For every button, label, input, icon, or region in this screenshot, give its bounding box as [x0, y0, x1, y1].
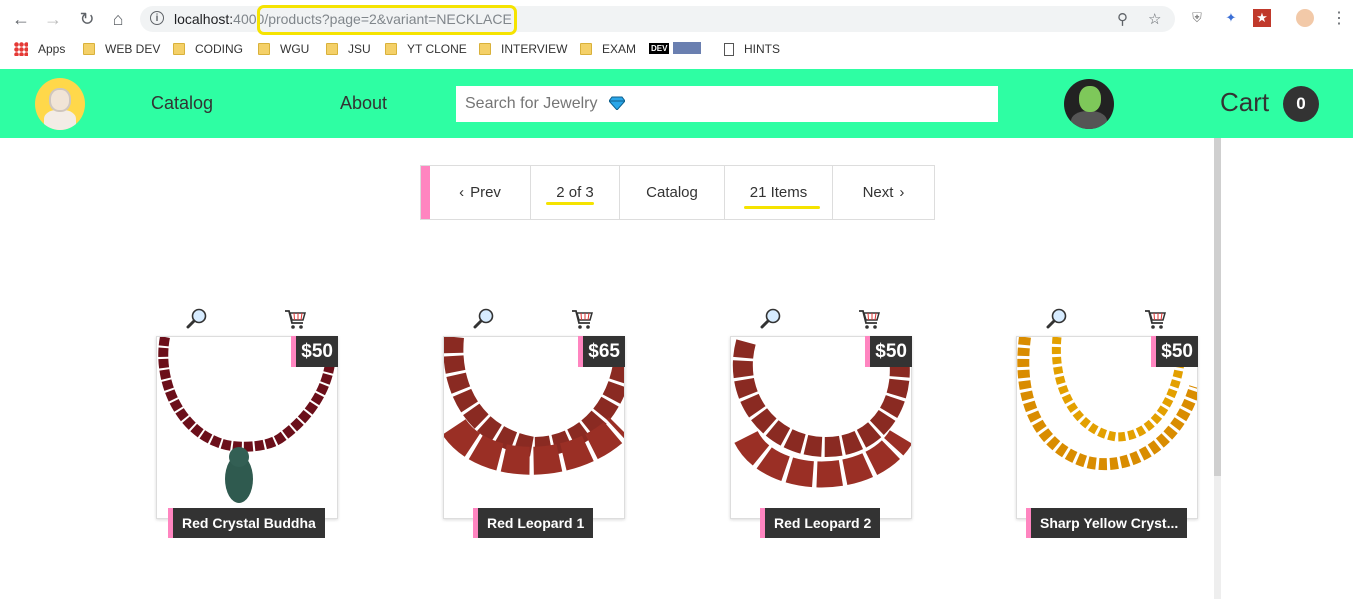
bookmark-dev[interactable]: DEV	[649, 42, 702, 54]
product-name[interactable]: Sharp Yellow Cryst...	[1026, 508, 1188, 538]
pagination-bar: ‹ Prev 2 of 3 Catalog 21 Items Next ›	[420, 165, 935, 220]
browser-chrome: ← → ↻ ⌂ i localhost:4000/products?page=2…	[0, 0, 1353, 69]
items-annotation-underline	[744, 206, 820, 209]
bookmark-interview[interactable]: INTERVIEW	[479, 42, 567, 56]
folder-icon	[385, 43, 397, 55]
price-tag: $50	[291, 336, 338, 367]
profile-avatar-icon[interactable]	[1296, 9, 1314, 27]
zoom-icon[interactable]: ⚲	[1117, 10, 1128, 28]
folder-icon	[173, 43, 185, 55]
price-tag: $50	[865, 336, 912, 367]
home-icon[interactable]: ⌂	[108, 9, 128, 29]
shield-icon[interactable]: ⛨	[1188, 9, 1206, 27]
page-icon	[724, 42, 734, 56]
search-input[interactable]	[456, 86, 998, 122]
folder-icon	[479, 43, 491, 55]
magnifier-icon[interactable]	[186, 307, 208, 329]
reload-icon[interactable]: ↻	[77, 9, 97, 29]
product-name[interactable]: Red Leopard 2	[760, 508, 881, 538]
bookmark-web-dev[interactable]: WEB DEV	[83, 42, 160, 56]
add-to-cart-icon[interactable]	[1144, 308, 1166, 330]
extension-icon[interactable]: ✦	[1222, 9, 1240, 27]
folder-icon	[326, 43, 338, 55]
url-annotation-highlight	[257, 5, 517, 35]
add-to-cart-icon[interactable]	[571, 308, 593, 330]
pager-catalog-link[interactable]: Catalog	[620, 166, 725, 219]
emoji-icon	[673, 42, 702, 54]
folder-icon	[580, 43, 592, 55]
chevron-left-icon: ‹	[459, 184, 465, 201]
bookmark-jsu[interactable]: JSU	[326, 42, 371, 56]
product-name[interactable]: Red Crystal Buddha	[168, 508, 325, 538]
pager-accent-stripe	[421, 166, 430, 219]
bookmark-exam[interactable]: EXAM	[580, 42, 636, 56]
info-icon[interactable]: i	[150, 11, 164, 25]
product-card: $50 Red Leopard 2	[730, 305, 930, 538]
price-tag: $65	[578, 336, 625, 367]
apps-grid-icon	[14, 42, 28, 56]
product-card: $50 Sharp Yellow Cryst...	[1016, 305, 1216, 538]
app-header: Catalog About Cart 0	[0, 69, 1353, 138]
cart-count-badge[interactable]: 0	[1283, 86, 1319, 122]
forward-arrow-icon[interactable]: →	[43, 9, 63, 29]
bookmark-apps[interactable]: Apps	[14, 42, 65, 56]
nav-catalog[interactable]: Catalog	[151, 93, 213, 114]
add-to-cart-icon[interactable]	[858, 308, 880, 330]
user-avatar[interactable]	[1064, 79, 1114, 129]
add-to-cart-icon[interactable]	[284, 308, 306, 330]
bookmarks-bar: Apps WEB DEV CODING WGU JSU YT CLONE INT…	[0, 38, 1353, 64]
cart-label[interactable]: Cart	[1220, 87, 1269, 118]
folder-icon	[83, 43, 95, 55]
menu-kebab-icon[interactable]: ⋮	[1330, 9, 1348, 27]
price-tag: $50	[1151, 336, 1198, 367]
buddha-logo-icon[interactable]	[35, 78, 85, 130]
bookmark-wgu[interactable]: WGU	[258, 42, 309, 56]
product-card: $50 Red Crystal Buddha	[156, 305, 356, 538]
bookmark-yt-clone[interactable]: YT CLONE	[385, 42, 467, 56]
magnifier-icon[interactable]	[760, 307, 782, 329]
prev-page-button[interactable]: ‹ Prev	[430, 166, 531, 219]
next-page-button[interactable]: Next ›	[833, 166, 934, 219]
nav-about[interactable]: About	[340, 93, 387, 114]
folder-icon	[258, 43, 270, 55]
extension-red-icon[interactable]: ★	[1253, 9, 1271, 27]
star-icon[interactable]: ☆	[1148, 10, 1161, 28]
browser-toolbar: ← → ↻ ⌂ i localhost:4000/products?page=2…	[0, 0, 1353, 38]
product-card: $65 Red Leopard 1	[443, 305, 643, 538]
back-arrow-icon[interactable]: ←	[11, 9, 31, 29]
page-indicator: 2 of 3	[531, 166, 620, 219]
chevron-right-icon: ›	[899, 184, 905, 201]
bookmark-coding[interactable]: CODING	[173, 42, 243, 56]
page-annotation-underline	[546, 202, 594, 205]
gem-icon	[609, 96, 625, 110]
bookmark-hints[interactable]: HINTS	[724, 42, 780, 56]
product-name[interactable]: Red Leopard 1	[473, 508, 594, 538]
magnifier-icon[interactable]	[1046, 307, 1068, 329]
magnifier-icon[interactable]	[473, 307, 495, 329]
items-count: 21 Items	[725, 166, 833, 219]
